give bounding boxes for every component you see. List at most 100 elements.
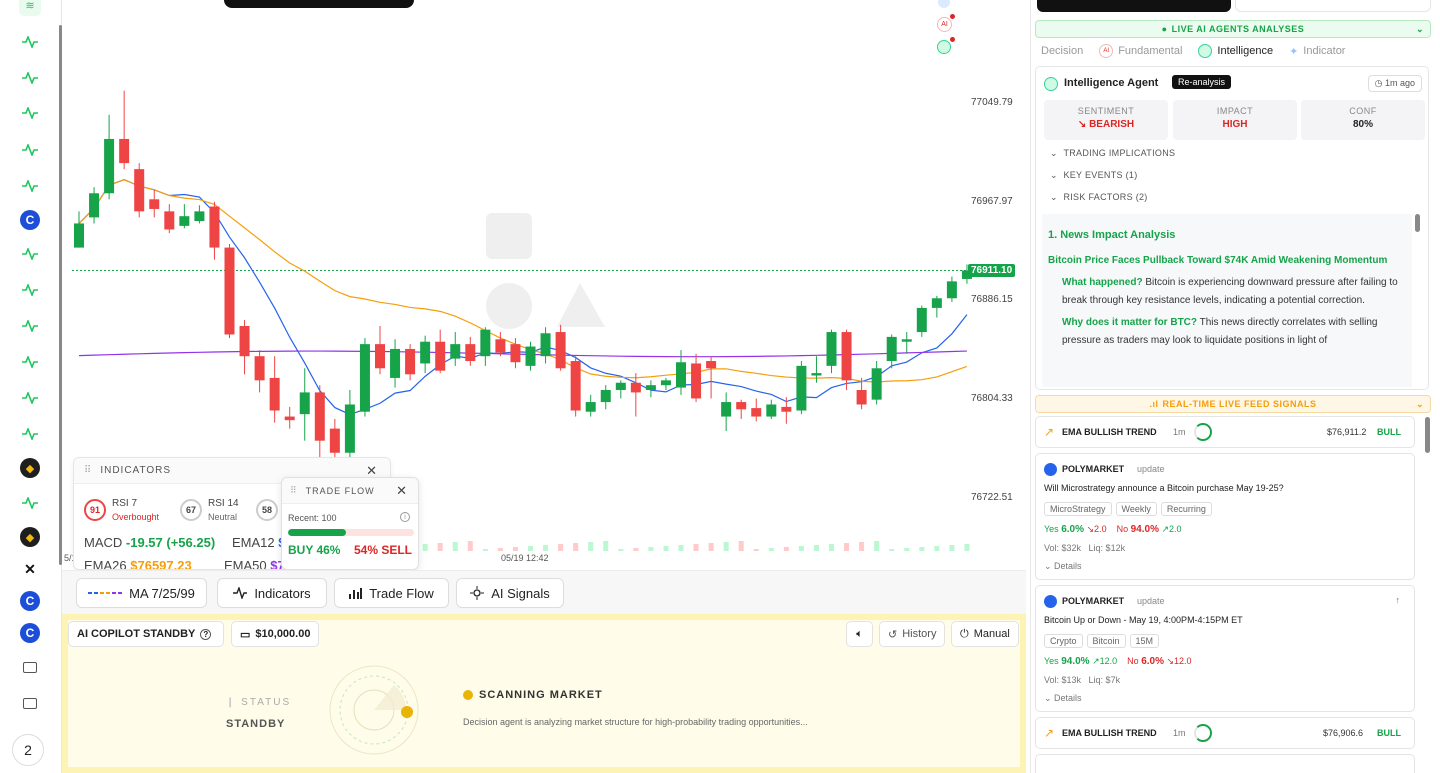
tag: Weekly: [1115, 502, 1157, 516]
close-icon[interactable]: ✕: [396, 483, 408, 499]
balance-pill[interactable]: ▭ $10,000.00: [231, 621, 320, 647]
ema12-row: EMA12 $: [232, 535, 286, 550]
manual-button[interactable]: ⏻ Manual: [951, 621, 1019, 647]
help-icon[interactable]: ?: [200, 628, 212, 640]
volume-bar: [618, 549, 624, 551]
history-button[interactable]: ↺ History: [879, 621, 946, 647]
activity-icon[interactable]: [19, 351, 41, 373]
drag-handle-icon[interactable]: ⠿: [84, 465, 92, 476]
price-level: 77049.79: [971, 97, 1013, 108]
candle-body: [239, 326, 250, 357]
signal-ema-card[interactable]: [1035, 754, 1415, 773]
activity-icon[interactable]: [19, 279, 41, 301]
activity-icon[interactable]: [19, 387, 41, 409]
okx-icon[interactable]: ✕: [19, 558, 41, 580]
current-price-tag: 76911.10: [968, 264, 1016, 277]
signal-label: EMA BULLISH TREND: [1062, 728, 1157, 738]
drag-handle-icon[interactable]: ⠿: [290, 485, 298, 496]
polymarket-card[interactable]: POLYMARKET update Will Microstrategy ann…: [1035, 453, 1415, 580]
wifi-icon[interactable]: ≋: [19, 0, 41, 16]
details-toggle[interactable]: ⌄ Details: [1044, 693, 1082, 704]
rsi7-gauge: 91: [84, 499, 106, 521]
candle-body: [435, 341, 446, 371]
activity-icon[interactable]: [19, 31, 41, 53]
accordion-risk-factors[interactable]: ⌄ RISK FACTORS (2): [1050, 192, 1148, 203]
candle-body: [676, 362, 686, 388]
activity-icon[interactable]: [19, 102, 41, 124]
volume-bar: [844, 543, 850, 551]
price-chart[interactable]: 77049.79 76967.97 76886.15 76804.33 7672…: [62, 0, 1026, 570]
reanalysis-button[interactable]: Re-analysis: [1172, 75, 1232, 89]
candle-body: [781, 406, 792, 412]
tab-decision[interactable]: Decision: [1041, 45, 1083, 57]
volume-bar: [558, 544, 564, 551]
copilot-status-pill[interactable]: AI COPILOT STANDBY ?: [68, 621, 224, 647]
binance-icon[interactable]: ◆: [19, 457, 41, 479]
candle-body: [179, 216, 190, 226]
watermark-square: [486, 213, 532, 259]
chevron-down-icon[interactable]: ⌄: [1416, 24, 1424, 35]
signal-timeframe: 1m: [1173, 427, 1186, 437]
coinbase-icon[interactable]: C: [19, 622, 41, 644]
volume-bar: [663, 546, 669, 551]
signal-price: $76,906.6: [1323, 728, 1364, 738]
activity-icon[interactable]: [19, 315, 41, 337]
speaker-icon: 🔈︎: [856, 627, 863, 640]
ai-copilot-panel: AI COPILOT STANDBY ? ▭ $10,000.00 🔈︎ ↺ Hi…: [62, 614, 1026, 773]
buy-fill: [288, 529, 346, 536]
coinbase-icon[interactable]: C: [19, 209, 41, 231]
top-tab-active[interactable]: [1037, 0, 1231, 12]
binance-icon[interactable]: ◆: [19, 526, 41, 548]
details-toggle[interactable]: ⌄ Details: [1044, 561, 1082, 572]
trade-flow-header[interactable]: ⠿ TRADE FLOW ✕: [282, 478, 418, 504]
tag: Crypto: [1044, 634, 1083, 648]
volume-bar: [482, 549, 488, 551]
indicators-button[interactable]: Indicators: [217, 578, 327, 608]
chat-icon[interactable]: [19, 692, 41, 714]
volume-bar: [753, 549, 759, 551]
yes-pct: 94.0%: [1061, 656, 1090, 667]
impact-value: HIGH: [1222, 119, 1248, 130]
accordion-key-events[interactable]: ⌄ KEY EVENTS (1): [1050, 170, 1138, 181]
activity-icon[interactable]: [19, 175, 41, 197]
top-tab[interactable]: [1235, 0, 1431, 12]
intelligence-icon[interactable]: [937, 40, 951, 54]
accordion-trading-implications[interactable]: ⌄ TRADING IMPLICATIONS: [1050, 148, 1175, 159]
info-icon[interactable]: i: [400, 512, 410, 522]
volume-bar: [768, 548, 774, 551]
activity-icon: [233, 587, 248, 599]
chevron-down-icon[interactable]: ⌄: [1416, 399, 1424, 410]
status-caption-text: STATUS: [241, 697, 292, 708]
ma-button[interactable]: MA 7/25/99: [76, 578, 207, 608]
rail-counter-button[interactable]: 2: [12, 734, 44, 766]
live-ai-bar[interactable]: ● LIVE AI AGENTS ANALYSES ⌄: [1035, 20, 1431, 38]
sound-button[interactable]: 🔈︎: [846, 621, 873, 647]
ai-signals-button[interactable]: AI Signals: [456, 578, 564, 608]
activity-icon[interactable]: [19, 67, 41, 89]
activity-icon[interactable]: [19, 243, 41, 265]
no-pct: 94.0%: [1130, 524, 1159, 535]
tab-intelligence[interactable]: Intelligence: [1198, 44, 1273, 58]
trade-flow-button[interactable]: Trade Flow: [334, 578, 449, 608]
why-matters: Why does it matter for BTC? This news di…: [1048, 314, 1406, 350]
scrollbar[interactable]: [1415, 214, 1420, 232]
coinbase-icon[interactable]: C: [19, 590, 41, 612]
volume-bar: [829, 544, 834, 551]
signal-ema-card[interactable]: ↗ EMA BULLISH TREND 1m $76,911.2 BULL: [1035, 416, 1415, 448]
candle-body: [886, 336, 897, 362]
chat-icon[interactable]: [19, 656, 41, 678]
signal-timeframe: 1m: [1173, 728, 1186, 738]
liquidity: Liq: $7k: [1088, 675, 1121, 685]
tab-indicator[interactable]: ✦ Indicator: [1289, 45, 1345, 58]
activity-icon[interactable]: [19, 492, 41, 514]
tab-fundamental[interactable]: AI Fundamental: [1099, 44, 1182, 58]
activity-icon[interactable]: [19, 139, 41, 161]
polymarket-card[interactable]: POLYMARKET update ↑ Bitcoin Up or Down -…: [1035, 585, 1415, 712]
scrollbar[interactable]: [1425, 417, 1430, 453]
activity-icon[interactable]: [19, 423, 41, 445]
signal-ema-card[interactable]: ↗ EMA BULLISH TREND 1m $76,906.6 BULL: [1035, 717, 1415, 749]
candle-body: [450, 344, 461, 359]
ai-badge-icon[interactable]: AI: [937, 17, 952, 32]
live-feed-bar[interactable]: .ıl REAL-TIME LIVE FEED SIGNALS ⌄: [1035, 395, 1431, 413]
yes-delta: ↘2.0: [1086, 524, 1107, 534]
